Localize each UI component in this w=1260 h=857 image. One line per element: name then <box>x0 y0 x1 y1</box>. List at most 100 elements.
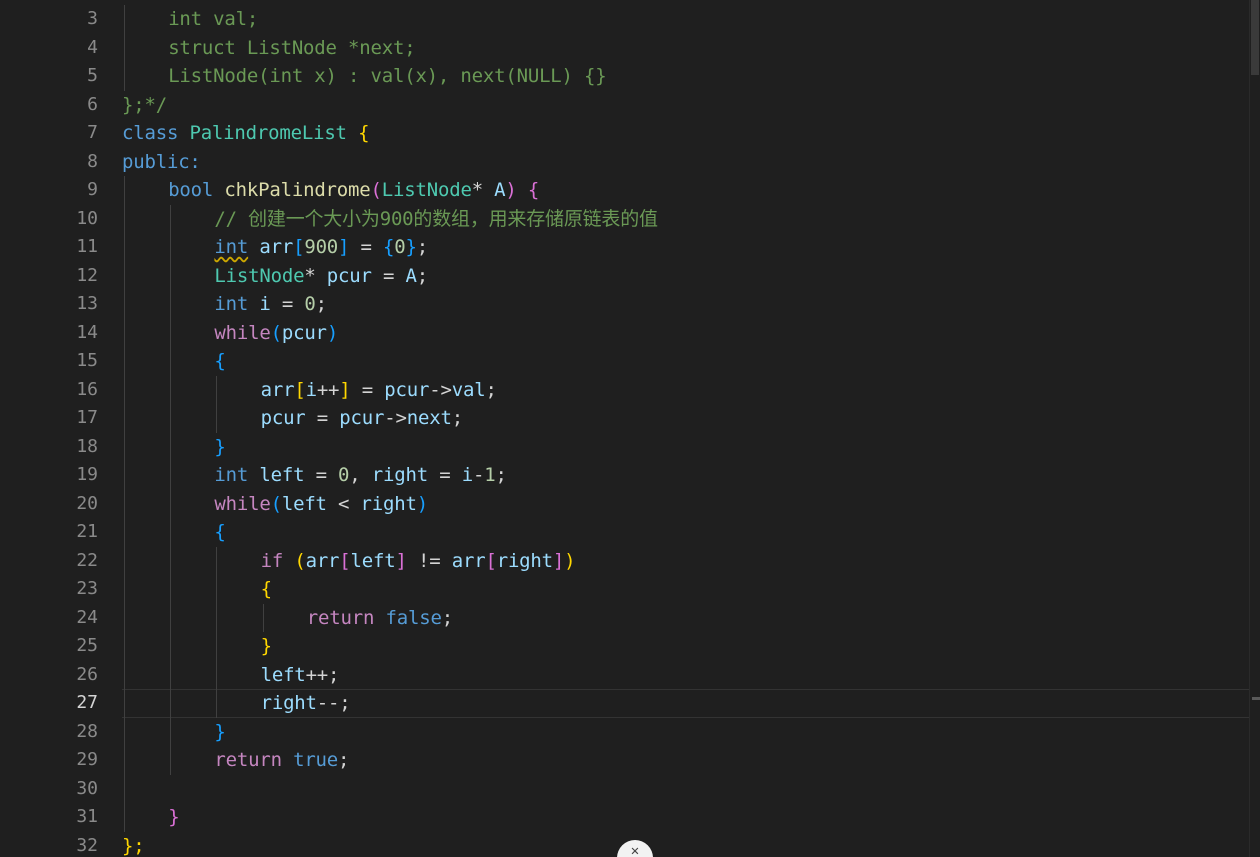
code-line[interactable]: 6};*/ <box>0 91 1250 120</box>
code-token: public: <box>122 150 201 173</box>
code-line[interactable]: 26 left++; <box>0 660 1250 689</box>
indent-guide <box>124 689 125 718</box>
code-token: // 创建一个大小为900的数组，用来存储原链表的值 <box>214 207 658 230</box>
code-token: 0 <box>304 293 316 315</box>
code-token: ; <box>485 378 497 401</box>
scrollbar-thumb[interactable] <box>1251 0 1259 75</box>
code-line[interactable]: 17 pcur = pcur->next; <box>0 404 1250 433</box>
code-line[interactable]: 15 { <box>0 347 1250 376</box>
code-line[interactable]: 3 int val; <box>0 5 1250 34</box>
code-token: ListNode <box>214 264 305 287</box>
code-line[interactable]: 7 class PalindromeList { <box>0 119 1250 148</box>
code-token: ( <box>270 492 282 515</box>
code-token: [ <box>339 549 351 572</box>
cursor-position-marker <box>1252 697 1260 700</box>
indent-guide <box>124 432 125 461</box>
code-line[interactable]: 9 bool chkPalindrome(ListNode* A) { <box>0 176 1250 205</box>
code-line[interactable]: 16 arr[i++] = pcur->val; <box>0 375 1250 404</box>
code-token: = <box>304 464 339 486</box>
code-text: int left = 0, right = i-1; <box>214 461 507 490</box>
indent-guide <box>124 717 125 746</box>
line-number: 26 <box>76 663 98 685</box>
indent-guide <box>170 404 172 433</box>
code-token: } <box>168 806 180 828</box>
indent-guide <box>216 603 218 632</box>
code-line[interactable]: 19 int left = 0, right = i-1; <box>0 461 1250 490</box>
code-token: -> <box>384 407 407 429</box>
code-line[interactable]: 12 ListNode* pcur = A; <box>0 261 1250 290</box>
code-editor[interactable]: 3 int val; 4 struct ListNode *next; 5 ListNod… <box>0 0 1260 857</box>
code-token: [ <box>485 549 497 572</box>
code-line[interactable]: 21 { <box>0 518 1250 547</box>
code-token: return <box>214 749 282 771</box>
indent-guide <box>170 432 172 461</box>
indent-guide <box>216 546 218 575</box>
code-token: = <box>349 236 384 258</box>
code-token: - <box>472 464 485 486</box>
code-line[interactable]: 5 ListNode(int x) : val(x), next(NULL) {} <box>0 62 1250 91</box>
indent-guide <box>170 717 172 746</box>
code-line[interactable]: 30 <box>0 774 1250 803</box>
vertical-scrollbar[interactable] <box>1249 0 1260 857</box>
code-token: ; <box>416 236 429 258</box>
code-line[interactable]: 11 int arr[900] = {0}; <box>0 233 1250 262</box>
code-token: ++; <box>305 663 340 686</box>
indent-guide <box>124 575 125 604</box>
line-number: 15 <box>76 350 98 371</box>
code-token: ] <box>552 549 565 572</box>
indent-guide <box>170 347 172 376</box>
code-line[interactable]: 18} <box>0 432 1250 461</box>
code-token: arr <box>260 378 295 401</box>
code-line[interactable]: 22 if (arr[left] != arr[right]) <box>0 546 1250 575</box>
code-text: while(pcur) <box>214 319 338 348</box>
line-number: 24 <box>76 606 98 628</box>
code-text: // 创建一个大小为900的数组，用来存储原链表的值 <box>214 205 658 234</box>
code-token: val <box>451 378 486 401</box>
code-token: 0 <box>338 464 350 486</box>
indent-guide <box>124 774 125 803</box>
code-token: right <box>360 492 417 515</box>
code-line[interactable]: 28} <box>0 717 1250 746</box>
line-number: 23 <box>76 578 98 599</box>
line-number: 28 <box>76 720 98 742</box>
code-line[interactable]: 31} <box>0 803 1250 832</box>
code-token: true <box>293 749 339 771</box>
code-token: } <box>405 236 417 258</box>
indent-guide <box>124 803 125 832</box>
line-number: 12 <box>76 264 98 286</box>
line-number: 31 <box>76 806 98 827</box>
code-line[interactable]: 4 struct ListNode *next; <box>0 33 1250 62</box>
code-text: }; <box>122 832 145 857</box>
code-token: }; <box>122 834 145 857</box>
code-token: = <box>350 378 385 401</box>
code-token: ; <box>495 464 507 486</box>
code-token: { <box>383 236 395 258</box>
code-line[interactable]: 27 right--; <box>0 689 1250 718</box>
indent-guide <box>170 660 172 689</box>
code-line[interactable]: 24 return false; <box>0 603 1250 632</box>
code-line[interactable]: 20 while(left < right) <box>0 489 1250 518</box>
code-token: pcur <box>281 321 327 344</box>
indent-guide <box>124 347 125 376</box>
code-line[interactable]: 14 while(pcur) <box>0 318 1250 348</box>
indent-guide <box>124 290 125 319</box>
code-token: if <box>260 549 284 572</box>
code-line[interactable]: 25} <box>0 632 1250 661</box>
code-line[interactable]: 10 // 创建一个大小为900的数组，用来存储原链表的值 <box>0 204 1250 234</box>
code-line[interactable]: 29 return true; <box>0 746 1250 775</box>
indent-guide <box>216 375 218 404</box>
code-line[interactable]: 23 { <box>0 575 1250 604</box>
code-token: ; <box>315 293 327 315</box>
code-token: arr <box>305 549 340 572</box>
indent-guide <box>170 546 172 575</box>
code-token: i <box>305 378 317 401</box>
code-token: = <box>371 264 406 287</box>
code-token: pcur <box>326 264 372 287</box>
code-line[interactable]: 13 int i = 0; <box>0 290 1250 319</box>
indent-guide <box>170 489 172 518</box>
code-line[interactable]: 8 public: <box>0 148 1250 177</box>
line-number: 11 <box>76 236 98 257</box>
line-number: 17 <box>76 407 98 428</box>
